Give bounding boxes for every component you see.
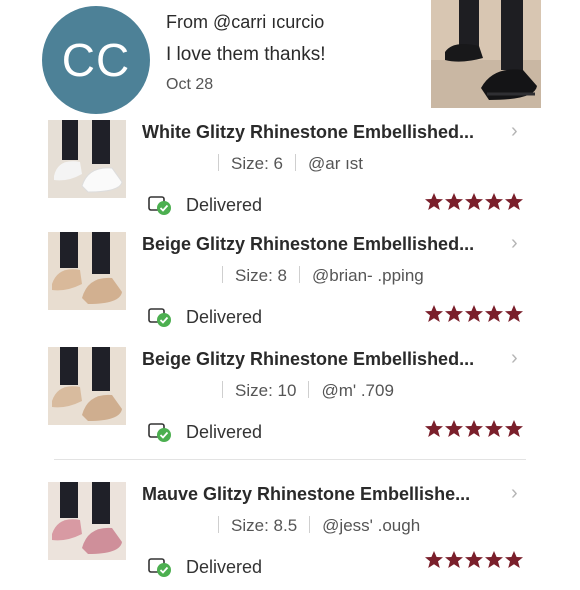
product-title[interactable]: Mauve Glitzy Rhinestone Embellishe... bbox=[142, 484, 470, 505]
order-meta: Size: 10 @m' .709 bbox=[150, 379, 394, 401]
delivered-box-check-icon bbox=[148, 308, 171, 327]
order-row[interactable]: Beige Glitzy Rhinestone Embellished... ›… bbox=[0, 343, 580, 455]
review-message: I love them thanks! bbox=[166, 44, 326, 65]
rating-stars bbox=[424, 550, 524, 569]
star-icon bbox=[445, 305, 463, 322]
star-icon bbox=[485, 193, 503, 210]
buyer-username[interactable]: @jess' .ough bbox=[322, 516, 420, 535]
buyer-username[interactable]: @brian- .pping bbox=[312, 266, 424, 285]
review-card: CC From @carri ıcurcio I love them thank… bbox=[0, 0, 580, 114]
star-icon bbox=[485, 551, 503, 568]
star-icon bbox=[445, 551, 463, 568]
product-photo[interactable] bbox=[48, 120, 126, 198]
delivery-status-label: Delivered bbox=[186, 194, 263, 215]
rating-stars bbox=[424, 192, 524, 211]
avatar-initials: CC bbox=[61, 34, 131, 86]
product-title[interactable]: Beige Glitzy Rhinestone Embellished... bbox=[142, 349, 474, 370]
order-meta: Size: 6 @ar ıst bbox=[150, 152, 363, 174]
delivered-box-check-icon bbox=[148, 558, 171, 577]
delivery-status: Delivered bbox=[148, 421, 262, 443]
delivery-status: Delivered bbox=[148, 306, 262, 328]
delivery-status-label: Delivered bbox=[186, 556, 263, 577]
star-icon bbox=[505, 551, 523, 568]
order-row[interactable]: Mauve Glitzy Rhinestone Embellishe... › … bbox=[0, 478, 580, 590]
order-size: Size: 8 bbox=[235, 266, 287, 285]
delivered-box-check-icon bbox=[148, 196, 171, 215]
star-icon bbox=[425, 305, 443, 322]
star-icon bbox=[485, 305, 503, 322]
star-icon bbox=[505, 193, 523, 210]
review-from[interactable]: From @carri ıcurcio bbox=[166, 12, 324, 33]
review-date: Oct 28 bbox=[166, 76, 214, 93]
product-photo[interactable] bbox=[48, 347, 126, 425]
delivery-status: Delivered bbox=[148, 556, 262, 578]
delivery-status-label: Delivered bbox=[186, 306, 263, 327]
star-icon bbox=[505, 420, 523, 437]
star-icon bbox=[445, 420, 463, 437]
star-icon bbox=[465, 551, 483, 568]
product-title[interactable]: Beige Glitzy Rhinestone Embellished... bbox=[142, 234, 474, 255]
order-size: Size: 10 bbox=[235, 381, 297, 400]
star-icon bbox=[425, 420, 443, 437]
order-row[interactable]: Beige Glitzy Rhinestone Embellished... ›… bbox=[0, 228, 580, 340]
avatar[interactable]: CC bbox=[42, 6, 150, 114]
order-size: Size: 8.5 bbox=[231, 516, 298, 535]
section-divider bbox=[54, 459, 526, 460]
buyer-username[interactable]: @ar ıst bbox=[308, 154, 363, 173]
star-icon bbox=[505, 305, 523, 322]
product-photo[interactable] bbox=[48, 232, 126, 310]
star-icon bbox=[485, 420, 503, 437]
order-row[interactable]: White Glitzy Rhinestone Embellished... ›… bbox=[0, 116, 580, 228]
order-meta: Size: 8.5 @jess' .ough bbox=[150, 514, 420, 536]
chevron-right-icon[interactable]: › bbox=[511, 482, 518, 505]
star-icon bbox=[465, 305, 483, 322]
product-title[interactable]: White Glitzy Rhinestone Embellished... bbox=[142, 122, 474, 143]
order-size: Size: 6 bbox=[231, 154, 283, 173]
rating-stars bbox=[424, 419, 524, 438]
chevron-right-icon[interactable]: › bbox=[511, 120, 518, 143]
star-icon bbox=[465, 193, 483, 210]
delivery-status: Delivered bbox=[148, 194, 262, 216]
buyer-username[interactable]: @m' .709 bbox=[321, 381, 393, 400]
rating-stars bbox=[424, 304, 524, 323]
chevron-right-icon[interactable]: › bbox=[511, 347, 518, 370]
delivery-status-label: Delivered bbox=[186, 421, 263, 442]
order-meta: Size: 8 @brian- .pping bbox=[150, 264, 424, 286]
chevron-right-icon[interactable]: › bbox=[511, 232, 518, 255]
star-icon bbox=[425, 551, 443, 568]
product-photo[interactable] bbox=[48, 482, 126, 560]
star-icon bbox=[465, 420, 483, 437]
review-product-photo[interactable] bbox=[431, 0, 541, 108]
delivered-box-check-icon bbox=[148, 423, 171, 442]
star-icon bbox=[425, 193, 443, 210]
star-icon bbox=[445, 193, 463, 210]
